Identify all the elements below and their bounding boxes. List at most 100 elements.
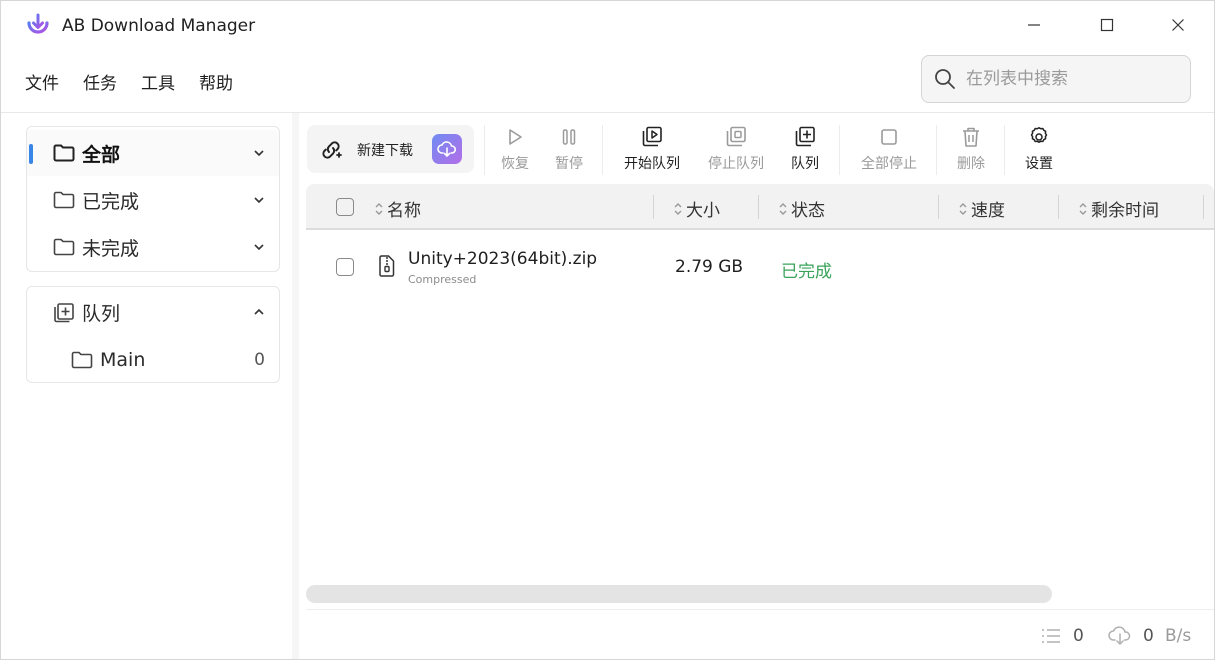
resume-button[interactable]: 恢复: [498, 125, 532, 177]
zip-file-icon: [379, 255, 395, 277]
queue-label: 队列: [791, 156, 819, 172]
sidebar-item-unfinished[interactable]: 未完成: [27, 224, 279, 270]
cloud-download-icon: [437, 141, 457, 157]
sidebar-item-finished[interactable]: 已完成: [27, 177, 279, 223]
folder-icon: [53, 238, 75, 256]
stop-queue-label: 停止队列: [708, 156, 764, 172]
column-header-remaining[interactable]: 剩余时间: [1078, 196, 1159, 221]
list-icon: [1042, 629, 1060, 643]
column-header-size[interactable]: 大小: [673, 196, 720, 221]
toolbar-separator: [936, 125, 937, 175]
column-resizer[interactable]: [758, 195, 759, 219]
app-window: AB Download Manager 文件 任务 工具 帮助 全部: [0, 0, 1215, 660]
column-label: 名称: [387, 201, 421, 221]
chevron-down-icon[interactable]: [253, 241, 265, 253]
chevron-up-icon[interactable]: [253, 306, 265, 318]
menu-help[interactable]: 帮助: [199, 67, 233, 96]
column-resizer[interactable]: [653, 195, 654, 219]
settings-label: 设置: [1025, 156, 1053, 172]
title-bar[interactable]: AB Download Manager: [1, 1, 1214, 51]
column-header-status[interactable]: 状态: [778, 196, 825, 221]
gear-icon: [1030, 127, 1048, 143]
start-queue-label: 开始队列: [624, 156, 680, 172]
pause-button[interactable]: 暂停: [552, 125, 586, 177]
table-header: 名称 大小 状态 速度 剩余时间: [306, 184, 1214, 230]
table-row[interactable]: Unity+2023(64bit).zip Compressed 2.79 GB…: [306, 238, 1214, 294]
active-indicator: [29, 144, 33, 164]
row-checkbox[interactable]: [336, 258, 354, 276]
delete-button[interactable]: 删除: [954, 125, 988, 177]
sort-icon: [375, 202, 383, 215]
file-name: Unity+2023(64bit).zip: [408, 249, 598, 269]
sidebar-item-label: 已完成: [82, 190, 140, 213]
column-resizer[interactable]: [1058, 195, 1059, 219]
folder-icon: [71, 351, 93, 369]
link-icon: [322, 141, 342, 159]
download-speed-unit: B/s: [1165, 626, 1192, 646]
active-downloads-count: 0: [1073, 626, 1084, 646]
maximize-button[interactable]: [1084, 9, 1130, 41]
sidebar-splitter[interactable]: [292, 113, 299, 659]
main-panel: 新建下载 恢复 暂停 开始队列 停止队列 队列 全部停止 删除 设置 名称 大小…: [299, 113, 1214, 659]
new-download-label: 新建下载: [357, 143, 413, 159]
minimize-icon: [1028, 24, 1040, 26]
settings-button[interactable]: 设置: [1022, 125, 1056, 177]
column-label: 状态: [791, 201, 825, 221]
sort-icon: [674, 202, 682, 215]
delete-label: 删除: [957, 156, 985, 172]
menu-file[interactable]: 文件: [25, 67, 59, 96]
status-filter-panel: 全部 已完成 未完成: [26, 126, 280, 272]
chevron-down-icon[interactable]: [253, 194, 265, 206]
status-bar: 0 0 B/s: [299, 610, 1214, 659]
close-button[interactable]: [1155, 9, 1201, 41]
menu-tasks[interactable]: 任务: [83, 67, 117, 96]
column-resizer[interactable]: [938, 195, 939, 219]
queue-icon: [795, 126, 815, 147]
file-status: 已完成: [781, 262, 832, 282]
search-box[interactable]: [921, 55, 1191, 103]
stop-queue-button[interactable]: 停止队列: [704, 125, 768, 177]
folder-icon: [53, 144, 75, 162]
search-input[interactable]: [966, 69, 1166, 89]
column-resizer[interactable]: [1203, 195, 1204, 219]
resume-label: 恢复: [501, 156, 529, 172]
start-queue-button[interactable]: 开始队列: [620, 125, 684, 177]
file-type: Compressed: [408, 273, 477, 286]
stop-queue-icon: [726, 126, 746, 147]
sidebar-item-all[interactable]: 全部: [27, 130, 279, 176]
horizontal-scrollbar[interactable]: [306, 585, 1052, 603]
sidebar-item-queue-main[interactable]: Main 0: [27, 337, 279, 383]
toolbar-separator: [839, 125, 840, 175]
new-download-button[interactable]: 新建下载: [307, 125, 474, 173]
queue-icon: [54, 303, 74, 323]
chevron-down-icon[interactable]: [253, 147, 265, 159]
trash-icon: [963, 127, 979, 147]
minimize-button[interactable]: [1011, 9, 1057, 41]
pause-label: 暂停: [555, 156, 583, 172]
menu-tools[interactable]: 工具: [141, 67, 175, 96]
queue-button[interactable]: 队列: [788, 125, 822, 177]
sidebar: 全部 已完成 未完成 队列 Main 0: [1, 113, 293, 659]
pause-icon: [562, 129, 576, 145]
stop-icon: [881, 129, 897, 145]
maximize-icon: [1100, 18, 1114, 32]
play-icon: [509, 129, 522, 145]
download-speed-icon: [1108, 626, 1131, 645]
folder-icon: [53, 191, 75, 209]
queue-count-badge: 0: [254, 350, 265, 370]
toolbar-separator: [1004, 125, 1005, 175]
column-label: 剩余时间: [1091, 201, 1159, 221]
start-queue-icon: [642, 126, 662, 147]
download-speed-value: 0: [1143, 626, 1154, 646]
column-header-speed[interactable]: 速度: [958, 196, 1005, 221]
sort-icon: [1079, 202, 1087, 215]
select-all-checkbox[interactable]: [336, 198, 354, 216]
sort-icon: [959, 202, 967, 215]
sidebar-item-queue[interactable]: 队列: [27, 289, 279, 335]
column-label: 速度: [971, 201, 1005, 221]
stop-all-button[interactable]: 全部停止: [857, 125, 921, 177]
cloud-download-button[interactable]: [432, 134, 462, 164]
toolbar-separator: [602, 125, 603, 175]
sidebar-item-label: 未完成: [82, 237, 140, 260]
column-header-name[interactable]: 名称: [374, 196, 421, 221]
